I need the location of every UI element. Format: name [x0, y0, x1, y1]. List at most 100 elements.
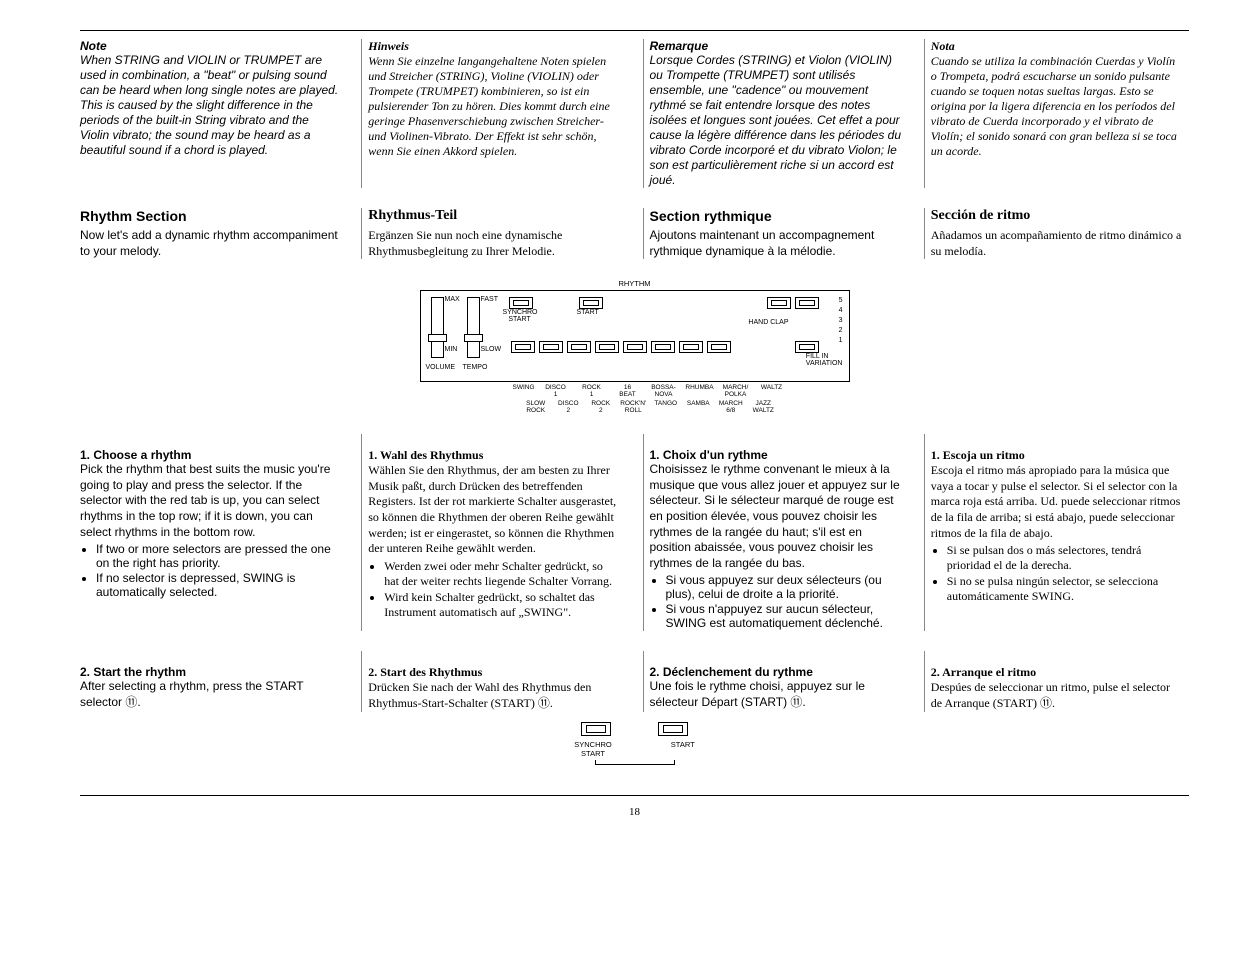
- s1b-fr: Choisissez le rythme convenant le mieux …: [650, 462, 902, 571]
- start-button: [579, 297, 603, 309]
- rhythm-panel: MAX MIN FAST SLOW VOLUME TEMPO SYNCHRO S…: [420, 290, 850, 382]
- body-es: Añadamos un acompañamiento de ritmo diná…: [931, 228, 1183, 259]
- step1-row: 1. Choose a rhythm Pick the rhythm that …: [80, 434, 1189, 631]
- s1h-en: 1. Choose a rhythm: [80, 448, 339, 462]
- s2h-de: 2. Start des Rhythmus: [368, 665, 620, 680]
- tr4: RHUMBA: [682, 384, 718, 398]
- start-label: START: [577, 309, 599, 316]
- s1l1-de: Werden zwei oder mehr Schalter gedrückt,…: [384, 559, 620, 589]
- br6: MARCH 6/8: [715, 400, 748, 414]
- scale-2: 2: [839, 327, 843, 334]
- rsel-6: [679, 341, 703, 353]
- min-label: MIN: [445, 346, 458, 353]
- s1h-es: 1. Escoja un ritmo: [931, 448, 1183, 463]
- swing-label: SWING: [510, 384, 538, 398]
- top-rule: [80, 30, 1189, 31]
- tempo-slider: [467, 297, 480, 358]
- btn-r1: [767, 297, 791, 309]
- note-label-en: Note: [80, 39, 339, 53]
- s2b-de: Drücken Sie nach der Wahl des Rhythmus d…: [368, 680, 620, 711]
- start-small-label: START: [671, 740, 695, 758]
- tr1: ROCK 1: [574, 384, 610, 398]
- s2h-fr: 2. Déclenchement du rythme: [650, 665, 902, 679]
- rsel-5: [651, 341, 675, 353]
- head-en: Rhythm Section: [80, 208, 339, 224]
- s2h-en: 2. Start the rhythm: [80, 665, 339, 679]
- scale-4: 4: [839, 307, 843, 314]
- s1l1-en: If two or more selectors are pressed the…: [96, 542, 339, 570]
- tr0: DISCO 1: [538, 384, 574, 398]
- note-body-de: Wenn Sie einzelne langangehaltene Noten …: [368, 54, 620, 159]
- note-body-fr: Lorsque Cordes (STRING) et Violon (VIOLI…: [650, 53, 902, 188]
- br0: SLOW ROCK: [520, 400, 553, 414]
- tr2: 16 BEAT: [610, 384, 646, 398]
- rsel-7: [707, 341, 731, 353]
- s1l2-es: Si no se pulsa ningún selector, se selec…: [947, 574, 1183, 604]
- tr5: MARCH/ POLKA: [718, 384, 754, 398]
- slow-label: SLOW: [481, 346, 502, 353]
- s1l2-de: Wird kein Schalter gedrückt, so schaltet…: [384, 590, 620, 620]
- s1b-en: Pick the rhythm that best suits the musi…: [80, 462, 339, 540]
- br2: ROCK 2: [585, 400, 618, 414]
- s1h-de: 1. Wahl des Rhythmus: [368, 448, 620, 463]
- br3: ROCK'N' ROLL: [617, 400, 650, 414]
- body-de: Ergänzen Sie nun noch eine dynamische Rh…: [368, 228, 620, 259]
- note-label-es: Nota: [931, 39, 1183, 54]
- s1l2-fr: Si vous n'appuyez sur aucun sélecteur, S…: [666, 602, 902, 630]
- s2h-es: 2. Arranque el ritmo: [931, 665, 1183, 680]
- rsel-4: [623, 341, 647, 353]
- bottom-rule: [80, 795, 1189, 796]
- note-label-fr: Remarque: [650, 39, 902, 53]
- br4: TANGO: [650, 400, 683, 414]
- s2b-fr: Une fois le rythme choisi, appuyez sur l…: [650, 679, 902, 710]
- rsel-0: [511, 341, 535, 353]
- synchro-label: SYNCHRO START: [503, 309, 537, 323]
- note-body-es: Cuando se utiliza la combinación Cuerdas…: [931, 54, 1183, 159]
- note-label-de: Hinweis: [368, 39, 620, 54]
- rhythm-heads: Rhythm Section Now let's add a dynamic r…: [80, 208, 1189, 259]
- br5: SAMBA: [682, 400, 715, 414]
- rsel-2: [567, 341, 591, 353]
- tr6: WALTZ: [754, 384, 790, 398]
- step2-row: 2. Start the rhythm After selecting a rh…: [80, 651, 1189, 711]
- fast-label: FAST: [481, 296, 499, 303]
- rhythm-panel-diagram: RHYTHM MAX MIN FAST SLOW VOLUME TEMPO SY…: [420, 279, 850, 414]
- tr3: BOSSA- NOVA: [646, 384, 682, 398]
- s2b-en: After selecting a rhythm, press the STAR…: [80, 679, 339, 710]
- scale-3: 3: [839, 317, 843, 324]
- start-btn-small: [658, 722, 688, 736]
- s2b-es: Despúes de seleccionar un ritmo, pulse e…: [931, 680, 1183, 711]
- volume-label: VOLUME: [426, 364, 456, 371]
- synchro-btn-small: [581, 722, 611, 736]
- br7: JAZZ WALTZ: [747, 400, 780, 414]
- handclap-label: HAND CLAP: [748, 319, 788, 326]
- volume-slider: [431, 297, 444, 358]
- synchro-start-button: [509, 297, 533, 309]
- tempo-label: TEMPO: [463, 364, 488, 371]
- s1l1-es: Si se pulsan dos o más selectores, tendr…: [947, 543, 1183, 573]
- notes-row: Note When STRING and VIOLIN or TRUMPET a…: [80, 39, 1189, 188]
- rsel-3: [595, 341, 619, 353]
- body-fr: Ajoutons maintenant un accompagnement ry…: [650, 228, 902, 259]
- head-de: Rhythmus-Teil: [368, 208, 620, 224]
- rsel-1: [539, 341, 563, 353]
- head-fr: Section rythmique: [650, 208, 902, 224]
- s1l2-en: If no selector is depressed, SWING is au…: [96, 571, 339, 599]
- max-label: MAX: [445, 296, 460, 303]
- scale-5: 5: [839, 297, 843, 304]
- diagram-title: RHYTHM: [420, 279, 850, 288]
- br1: DISCO 2: [552, 400, 585, 414]
- body-en: Now let's add a dynamic rhythm accompani…: [80, 228, 339, 259]
- s1b-es: Escoja el ritmo más apropiado para la mú…: [931, 463, 1183, 541]
- s1h-fr: 1. Choix d'un rythme: [650, 448, 902, 462]
- page-number: 18: [80, 806, 1189, 818]
- fillin-button: [795, 341, 819, 353]
- scale-1: 1: [839, 337, 843, 344]
- btn-r2: [795, 297, 819, 309]
- s1b-de: Wählen Sie den Rhythmus, der am besten z…: [368, 463, 620, 557]
- note-body-en: When STRING and VIOLIN or TRUMPET are us…: [80, 53, 339, 158]
- s1l1-fr: Si vous appuyez sur deux sélecteurs (ou …: [666, 573, 902, 601]
- head-es: Sección de ritmo: [931, 208, 1183, 224]
- fillin-label: FILL IN VARIATION: [806, 353, 843, 367]
- start-diagram: SYNCHRO START START: [565, 722, 705, 765]
